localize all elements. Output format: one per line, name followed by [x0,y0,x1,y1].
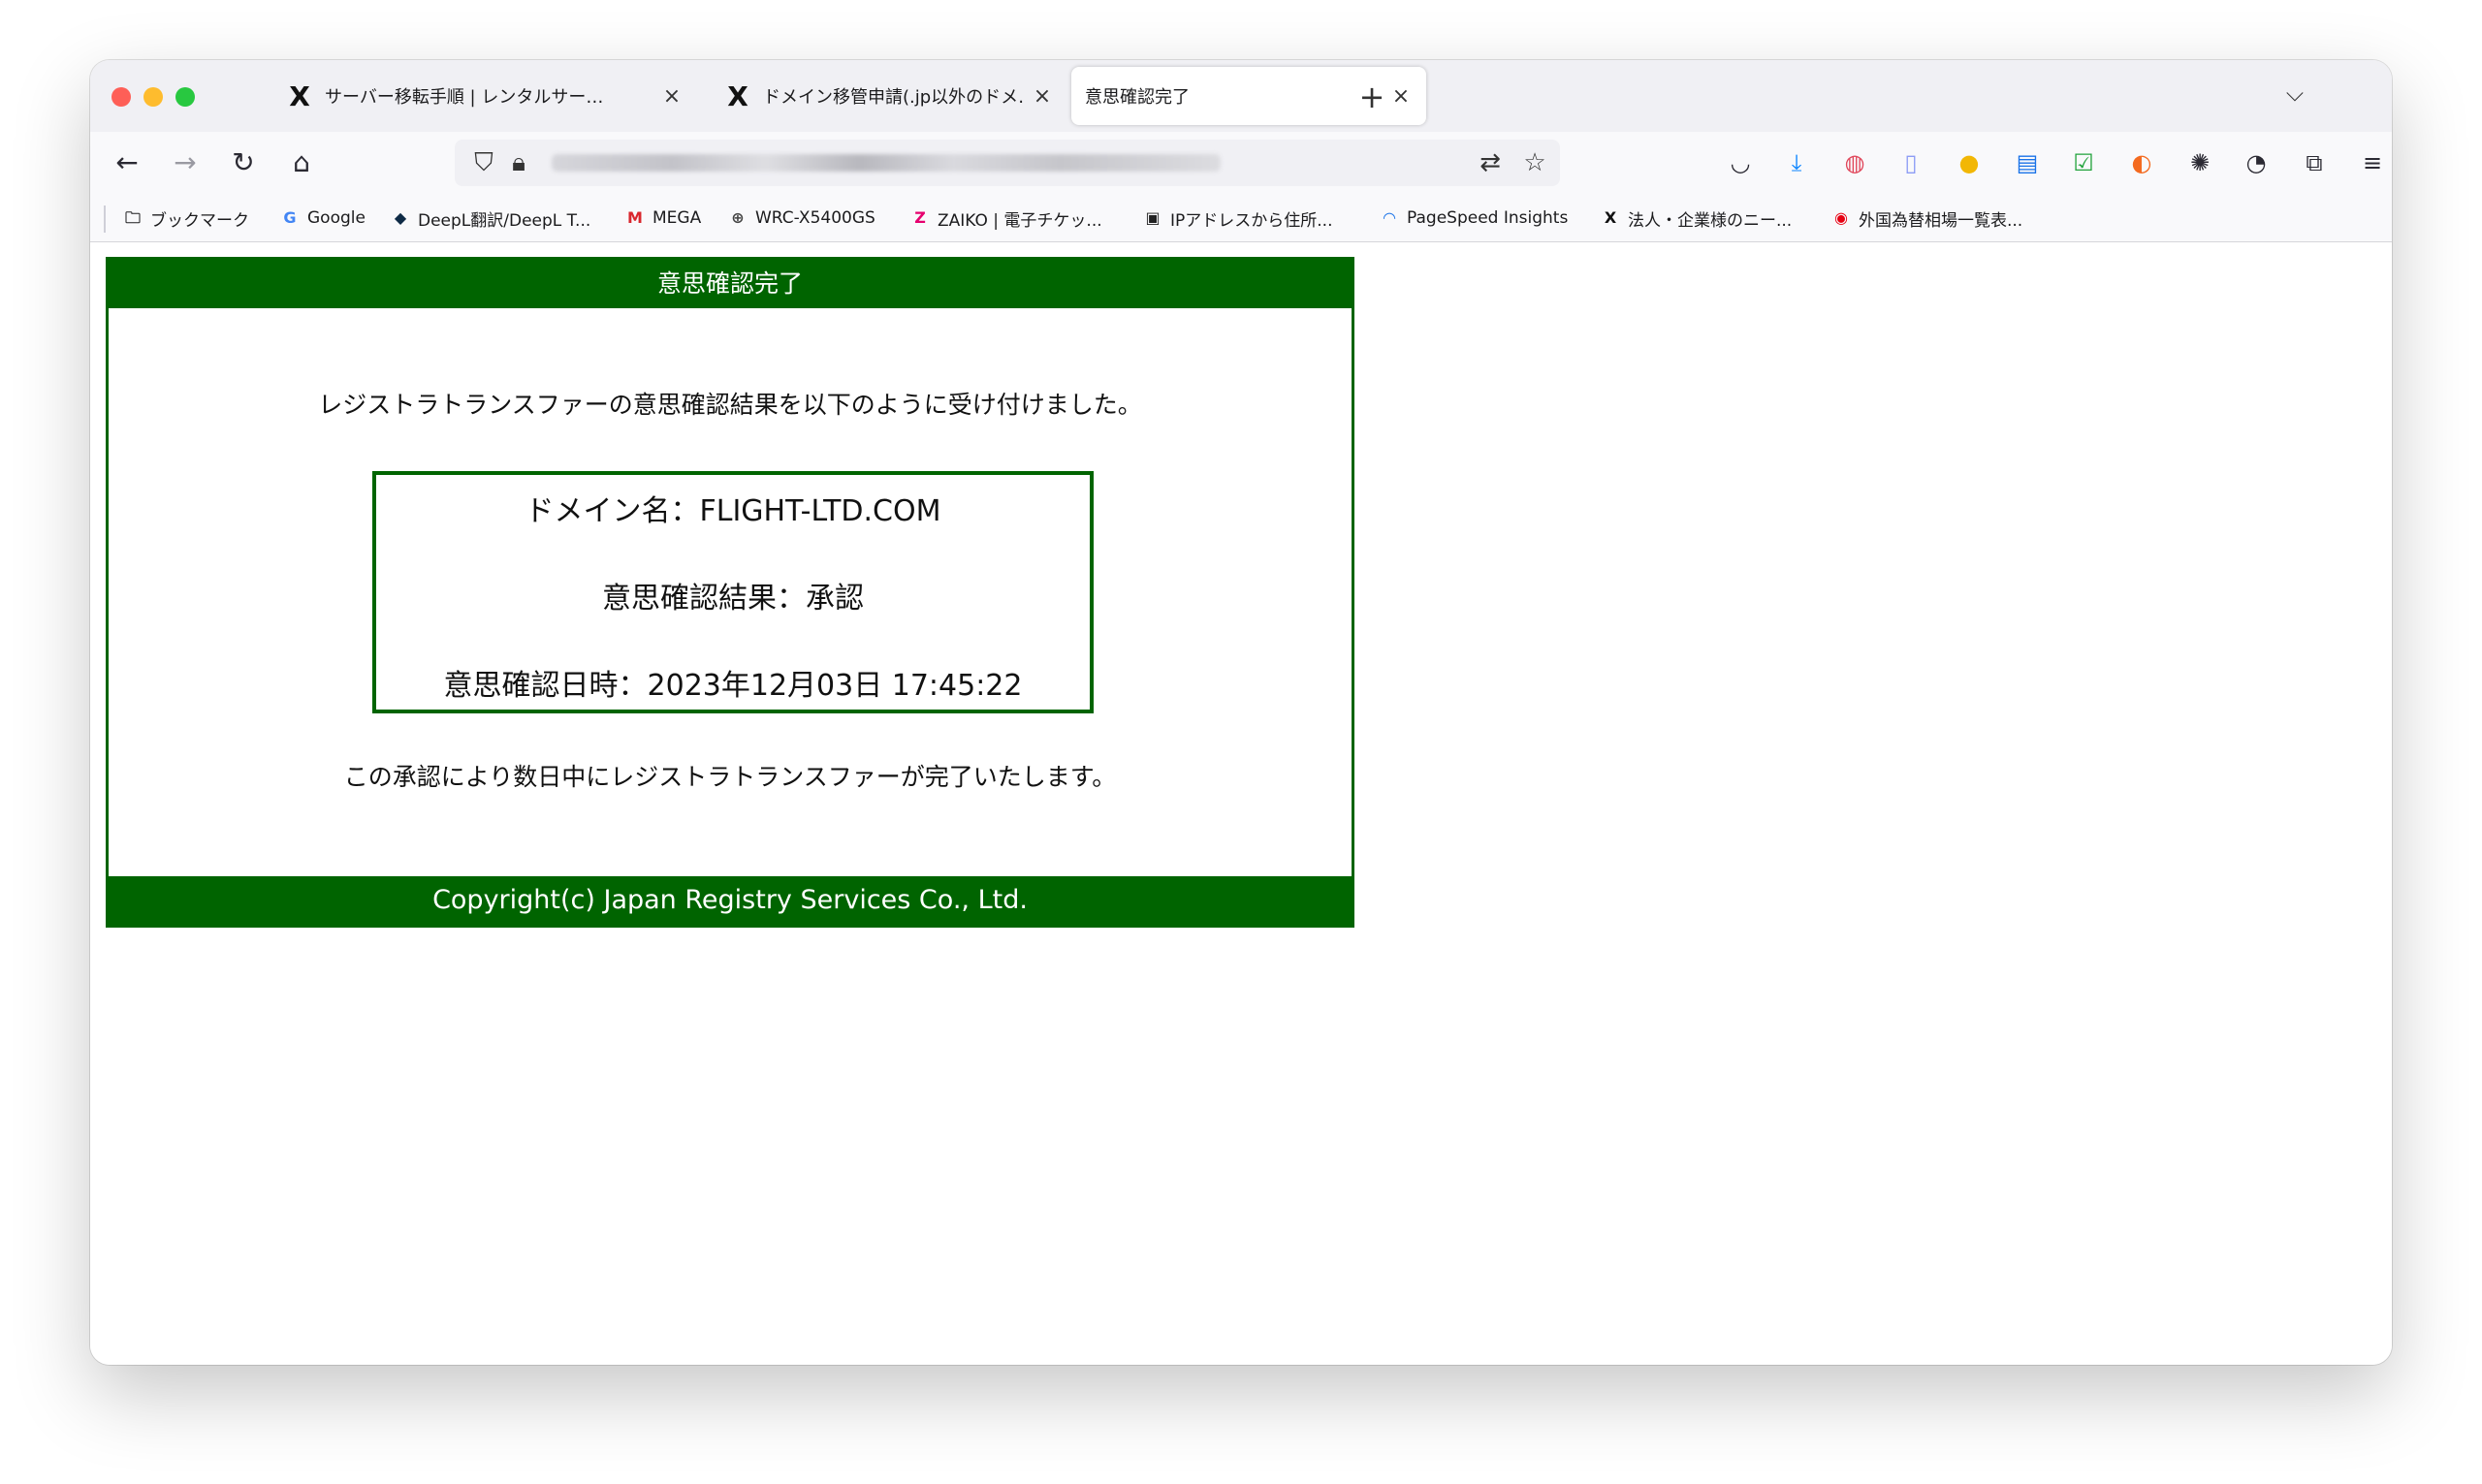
domain-name-line: ドメイン名：FLIGHT-LTD.COM [525,494,941,528]
extension-gear-icon[interactable]: ✺ [2180,143,2219,182]
bookmark-zaiko[interactable]: Z ZAIKO | 電子チケッ... [908,204,1101,233]
close-tab-icon[interactable]: × [1031,84,1054,109]
url-text-blurred[interactable] [552,154,1221,172]
bookmark-forex[interactable]: ◉ 外国為替相場一覧表... [1830,204,2022,233]
page-content: 意思確認完了 レジストラトランスファーの意思確認結果を以下のように受け付けました… [90,243,2392,1365]
pagespeed-icon: ◠ [1383,208,1396,227]
mufg-icon: ◉ [1834,208,1848,227]
downloads-icon[interactable]: ⤓ [1777,143,1816,182]
page-title: 意思確認完了 [109,260,1352,308]
extension-check-icon[interactable]: ☑ [2064,143,2103,182]
tab-title: 意思確認完了 [1085,87,1190,108]
bookmark-mega[interactable]: M MEGA [623,204,701,233]
ip-icon: ▣ [1145,208,1161,227]
close-tab-icon[interactable]: × [1389,84,1413,109]
tab-title: ドメイン移管申請(.jp以外のドメ… [763,87,1023,108]
extensions-puzzle-icon[interactable]: ⧉ [2295,143,2334,182]
tab-list-chevron-icon[interactable]: ⌵ [2275,79,2314,107]
home-icon[interactable]: ⌂ [280,142,323,184]
bookmark-corporate[interactable]: X 法人・企業様のニー... [1599,204,1792,233]
confirmation-datetime-line: 意思確認日時：2023年12月03日 17:45:22 [443,669,1023,703]
copyright-footer: Copyright(c) Japan Registry Services Co.… [109,876,1352,925]
back-arrow-icon[interactable]: ← [106,142,148,184]
forward-arrow-icon[interactable]: → [164,142,207,184]
completion-notice: この承認により数日中にレジストラトランスファーが完了いたします。 [343,763,1117,791]
extension-translate-icon[interactable]: ▤ [2008,143,2047,182]
folder-icon: 🗀 [124,208,141,227]
bookmark-folder[interactable]: 🗀 ブックマーク [121,204,249,233]
new-tab-button[interactable]: + [1352,78,1391,116]
bookmark-google[interactable]: G Google [278,204,366,233]
deepl-icon: ◆ [394,208,407,227]
zoom-window-button[interactable] [175,87,195,107]
lead-message: レジストラトランスファーの意思確認結果を以下のように受け付けました。 [318,391,1142,419]
extension-c-icon[interactable]: ● [1950,143,1989,182]
x-icon: X [727,79,748,112]
bookmark-ip-address[interactable]: ▣ IPアドレスから住所... [1141,204,1332,233]
x-icon: X [289,79,310,112]
tab-domain-transfer[interactable]: X ドメイン移管申請(.jp以外のドメ… × [709,67,1067,125]
zaiko-icon: Z [914,208,926,227]
result-box: ドメイン名：FLIGHT-LTD.COM 意思確認結果：承認 意思確認日時：20… [372,471,1094,713]
browser-window: X サーバー移転手順 | レンタルサー… × X ドメイン移管申請(.jp以外の… [90,60,2392,1365]
bookmark-pagespeed[interactable]: ◠ PageSpeed Insights [1378,204,1568,233]
extension-doc-icon[interactable]: ▯ [1892,143,1930,182]
extension-a-icon[interactable]: ◍ [1835,143,1874,182]
bookmarks-toolbar: 🗀 ブックマーク G Google ◆ DeepL翻訳/DeepL T... M… [90,194,2392,242]
x-icon: X [1604,208,1617,227]
globe-icon: ⊕ [731,208,745,227]
bookmark-deepl[interactable]: ◆ DeepL翻訳/DeepL T... [389,204,590,233]
lock-icon[interactable]: 🔒︎ [501,145,536,180]
bookmarks-separator [104,205,106,233]
bookmark-star-icon[interactable]: ☆ [1517,145,1552,180]
mega-icon: M [627,208,643,227]
tab-bar: X サーバー移転手順 | レンタルサー… × X ドメイン移管申請(.jp以外の… [90,60,2392,132]
google-icon: G [283,208,297,227]
reload-icon[interactable]: ↻ [222,142,265,184]
confirmation-result-line: 意思確認結果：承認 [602,582,864,616]
close-tab-icon[interactable]: × [660,84,684,109]
menu-hamburger-icon[interactable]: ≡ [2353,143,2392,182]
confirmation-frame: 意思確認完了 レジストラトランスファーの意思確認結果を以下のように受け付けました… [106,257,1354,928]
pocket-icon[interactable]: ◡ [1721,143,1760,182]
bookmark-wrc[interactable]: ⊕ WRC-X5400GS [726,204,875,233]
close-window-button[interactable] [111,87,131,107]
navigation-toolbar: ← → ↻ ⌂ ⛉ 🔒︎ ⇄ ☆ ◡ ⤓ ◍ ▯ ● ▤ ☑ ◐ ✺ ◔ ⧉ ≡ [90,132,2392,194]
tracking-shield-icon[interactable]: ⛉ [466,145,501,180]
tab-title: サーバー移転手順 | レンタルサー… [325,87,604,108]
tab-server-migration[interactable]: X サーバー移転手順 | レンタルサー… × [270,67,697,125]
url-bar[interactable]: ⛉ 🔒︎ ⇄ ☆ [455,140,1560,186]
extension-orange-icon[interactable]: ◐ [2122,143,2161,182]
minimize-window-button[interactable] [143,87,163,107]
extension-pie-icon[interactable]: ◔ [2237,143,2275,182]
translate-icon[interactable]: ⇄ [1473,145,1508,180]
